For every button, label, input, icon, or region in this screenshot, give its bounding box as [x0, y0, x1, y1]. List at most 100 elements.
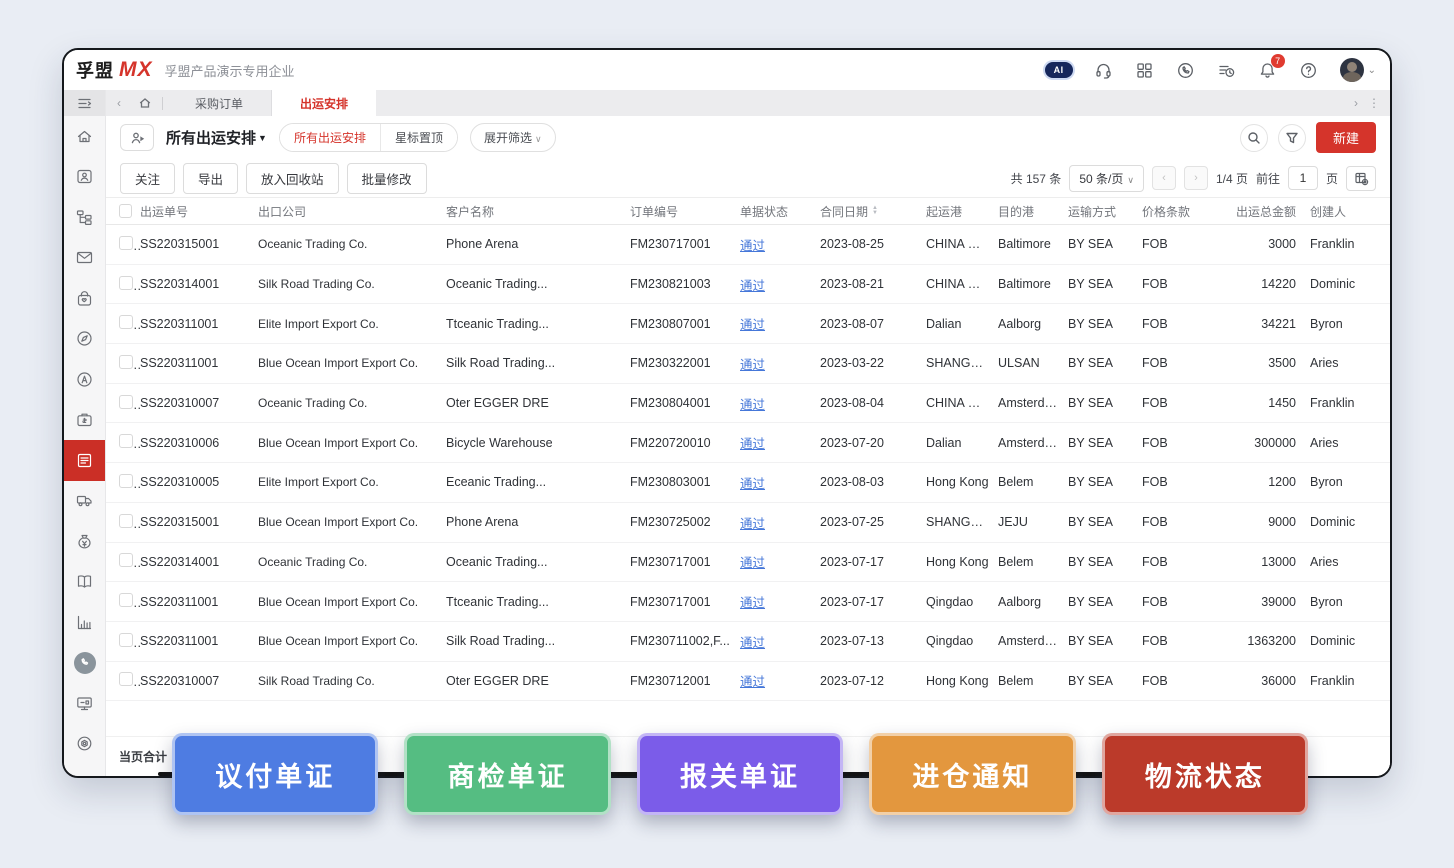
sidebar-item-discover[interactable]	[64, 319, 105, 360]
status-passed-link[interactable]: 通过	[740, 596, 765, 610]
flow-button-warehouse-notice[interactable]: 进仓通知	[869, 733, 1075, 815]
sidebar-item-finance[interactable]	[64, 400, 105, 441]
sort-icon[interactable]: ▲▼	[872, 206, 878, 216]
home-tab-icon[interactable]	[132, 96, 158, 110]
prev-page-button[interactable]: ‹	[1152, 166, 1176, 190]
table-row[interactable]: SS220311001Blue Ocean Import Export Co.T…	[106, 582, 1390, 622]
row-checkbox[interactable]	[119, 474, 133, 488]
table-row[interactable]: SS220314001Oceanic Trading Co.Oceanic Tr…	[106, 543, 1390, 583]
row-checkbox[interactable]	[119, 276, 133, 290]
flow-button-negotiation-documents[interactable]: 议付单证	[172, 733, 378, 815]
row-checkbox[interactable]	[119, 236, 133, 250]
table-row[interactable]: SS220311001Blue Ocean Import Export Co.S…	[106, 344, 1390, 384]
toolbar-action-1[interactable]: 关注	[120, 163, 175, 194]
sidebar-item-home[interactable]	[64, 116, 105, 157]
sidebar-item-settings[interactable]	[64, 724, 105, 765]
next-page-button[interactable]: ›	[1184, 166, 1208, 190]
status-passed-link[interactable]: 通过	[740, 318, 765, 332]
view-owner-filter-button[interactable]	[120, 124, 154, 151]
table-row[interactable]: SS220315001Blue Ocean Import Export Co.P…	[106, 503, 1390, 543]
sidebar-item-whatsapp[interactable]	[64, 643, 105, 684]
column-header-contract-date[interactable]: 合同日期▲▼	[820, 203, 926, 220]
forward-chevron-icon[interactable]: ›	[1354, 96, 1358, 110]
sidebar-item-money[interactable]	[64, 521, 105, 562]
status-passed-link[interactable]: 通过	[740, 398, 765, 412]
sidebar-item-contacts[interactable]	[64, 157, 105, 198]
logo-mark: MX	[119, 58, 153, 82]
flow-button-inspection-documents[interactable]: 商检单证	[404, 733, 610, 815]
tab-1[interactable]: 采购订单	[167, 90, 272, 116]
table-row[interactable]: SS220310007Oceanic Trading Co.Oter EGGER…	[106, 384, 1390, 424]
toolbar-action-2[interactable]: 导出	[183, 163, 238, 194]
row-checkbox[interactable]	[119, 514, 133, 528]
sidebar-collapse-toggle[interactable]	[64, 90, 105, 116]
destination-port-cell: Amsterdam	[998, 436, 1068, 450]
row-checkbox[interactable]	[119, 395, 133, 409]
apps-grid-icon[interactable]	[1135, 60, 1155, 80]
flow-button-logistics-status[interactable]: 物流状态	[1102, 733, 1308, 815]
toolbar-action-4[interactable]: 批量修改	[347, 163, 427, 194]
sidebar-item-shipping[interactable]	[64, 440, 105, 481]
back-chevron-icon[interactable]: ‹	[106, 96, 132, 110]
column-settings-button[interactable]	[1346, 166, 1376, 191]
sidebar-item-workstation[interactable]	[64, 683, 105, 724]
task-history-icon[interactable]	[1217, 60, 1237, 80]
sidebar-item-mail[interactable]	[64, 238, 105, 279]
row-checkbox[interactable]	[119, 355, 133, 369]
new-record-button[interactable]: 新建	[1316, 122, 1376, 153]
row-checkbox[interactable]	[119, 593, 133, 607]
creator-cell: Dominic	[1310, 277, 1392, 291]
user-avatar[interactable]	[1340, 58, 1364, 82]
table-row[interactable]: SS220311001Elite Import Export Co.Ttcean…	[106, 304, 1390, 344]
sidebar-item-assistant[interactable]	[64, 359, 105, 400]
toolbar-action-3[interactable]: 放入回收站	[246, 163, 339, 194]
status-passed-link[interactable]: 通过	[740, 279, 765, 293]
notification-bell-icon[interactable]: 7	[1258, 60, 1278, 80]
sidebar-item-org[interactable]	[64, 197, 105, 238]
table-row[interactable]: SS220315001Oceanic Trading Co.Phone Aren…	[106, 225, 1390, 265]
whatsapp-icon[interactable]	[1176, 60, 1196, 80]
status-passed-link[interactable]: 通过	[740, 239, 765, 253]
table-row[interactable]: SS220314001Silk Road Trading Co.Oceanic …	[106, 265, 1390, 305]
funnel-icon	[1285, 131, 1299, 145]
help-icon[interactable]	[1299, 60, 1319, 80]
total-amount-cell: 1363200	[1216, 634, 1310, 648]
status-passed-link[interactable]: 通过	[740, 437, 765, 451]
ai-assistant-icon[interactable]: AI	[1045, 62, 1073, 78]
user-menu[interactable]: ⌄	[1340, 58, 1376, 82]
table-row[interactable]: SS220310006Blue Ocean Import Export Co.B…	[106, 423, 1390, 463]
status-passed-link[interactable]: 通过	[740, 517, 765, 531]
filter-button[interactable]	[1278, 124, 1306, 152]
goto-page-input[interactable]	[1288, 166, 1318, 190]
sidebar-item-logistics[interactable]	[64, 481, 105, 522]
status-passed-link[interactable]: 通过	[740, 358, 765, 372]
tab-2[interactable]: 出运安排	[272, 90, 376, 116]
table-row[interactable]: SS220310007Silk Road Trading Co.Oter EGG…	[106, 662, 1390, 702]
status-passed-link[interactable]: 通过	[740, 556, 765, 570]
row-checkbox[interactable]	[119, 315, 133, 329]
row-checkbox[interactable]	[119, 633, 133, 647]
row-checkbox[interactable]	[119, 553, 133, 567]
row-checkbox[interactable]	[119, 434, 133, 448]
view-pill-1[interactable]: 所有出运安排	[280, 124, 380, 151]
sidebar-item-orders[interactable]	[64, 278, 105, 319]
sidebar-item-ledger[interactable]	[64, 562, 105, 603]
view-title-dropdown[interactable]: 所有出运安排▼	[166, 127, 267, 148]
sidebar-item-reports[interactable]	[64, 602, 105, 643]
table-row[interactable]: SS220311001Blue Ocean Import Export Co.S…	[106, 622, 1390, 662]
expand-filter-button[interactable]: 展开筛选∨	[470, 123, 556, 152]
page-size-select[interactable]: 50 条/页∨	[1069, 165, 1144, 192]
status-passed-link[interactable]: 通过	[740, 636, 765, 650]
headset-icon[interactable]	[1094, 60, 1114, 80]
select-all-checkbox[interactable]	[119, 204, 132, 218]
content-area: ‹ 采购订单出运安排 › ⋮ 所有出运安排▼ 所有出运安排星标置顶 展开筛选∨	[106, 90, 1390, 776]
more-menu-icon[interactable]: ⋮	[1368, 96, 1380, 110]
view-pill-2[interactable]: 星标置顶	[380, 124, 457, 151]
row-checkbox[interactable]	[119, 672, 133, 686]
table-row[interactable]: SS220310005Elite Import Export Co.Eceani…	[106, 463, 1390, 503]
status-passed-link[interactable]: 通过	[740, 477, 765, 491]
search-button[interactable]	[1240, 124, 1268, 152]
status-passed-link[interactable]: 通过	[740, 675, 765, 689]
contract-date-cell: 2023-07-25	[820, 515, 926, 529]
flow-button-customs-documents[interactable]: 报关单证	[637, 733, 843, 815]
